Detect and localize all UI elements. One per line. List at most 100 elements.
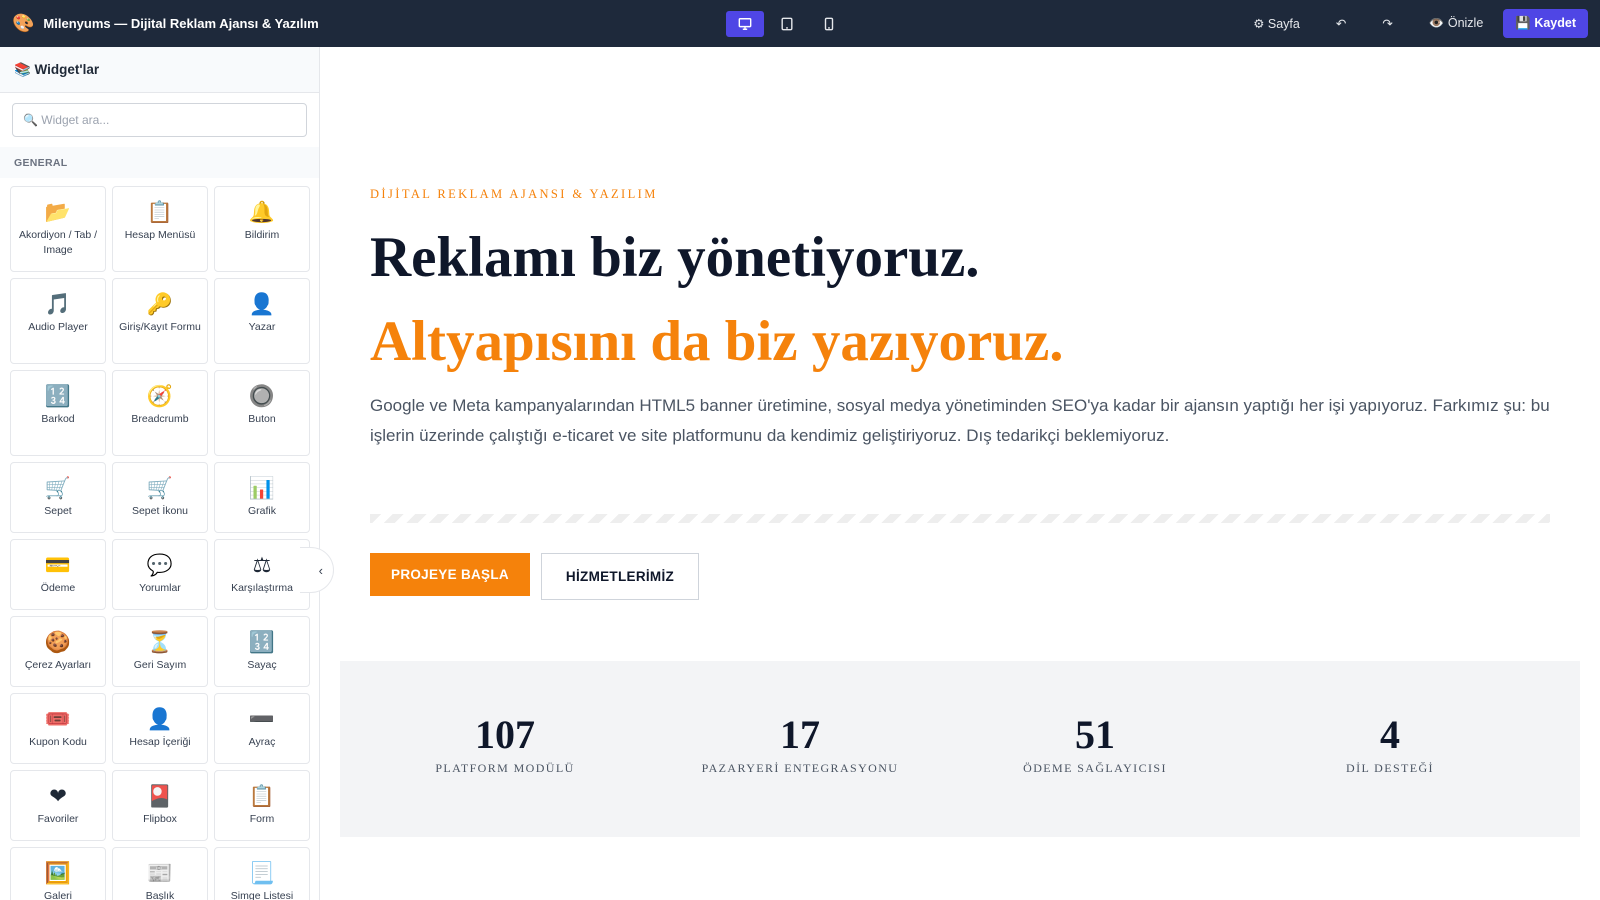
stat-value: 107	[475, 712, 535, 757]
widget-tile[interactable]: 📊 Grafik	[214, 462, 310, 533]
widget-icon: 📋	[248, 785, 276, 808]
widget-label: Sepet	[44, 505, 72, 517]
widget-label: Başlık	[145, 890, 175, 900]
stat-label: PLATFORM MODÜLÜ	[435, 761, 575, 775]
preview-button[interactable]: 👁️ Önizle	[1429, 16, 1483, 31]
widget-tile[interactable]: 🔔 Bildirim	[214, 186, 310, 272]
widget-tile[interactable]: 📰 Başlık	[112, 847, 208, 900]
widget-tile[interactable]: ❤ Favoriler	[10, 770, 106, 841]
widget-label: Giriş/Kayıt Formu	[119, 321, 201, 333]
widget-icon: 💬	[146, 554, 174, 577]
widget-tile[interactable]: ➖ Ayraç	[214, 693, 310, 764]
stat-label: PAZARYERİ ENTEGRASYONU	[701, 761, 899, 775]
widget-icon: 🔘	[248, 385, 276, 408]
widget-icon: ⏳	[146, 631, 174, 654]
hero-title[interactable]: Reklamı biz yönetiyoruz.	[370, 225, 980, 290]
widget-label: Form	[249, 813, 275, 825]
widget-tile[interactable]: 💳 Ödeme	[10, 539, 106, 610]
widget-tile[interactable]: 🍪 Çerez Ayarları	[10, 616, 106, 687]
editor-topbar: 🎨 Milenyums — Dijital Reklam Ajansı & Ya…	[0, 0, 1600, 47]
save-button[interactable]: 💾 Kaydet	[1503, 9, 1588, 38]
widget-label: Ödeme	[40, 582, 76, 594]
page-canvas: DİJİTAL REKLAM AJANSI & YAZILIM Reklamı …	[320, 47, 1600, 900]
widget-icon: ❤	[49, 785, 67, 808]
widget-icon: 🔢	[248, 631, 276, 654]
widget-label: Yazar	[248, 321, 276, 333]
widget-tile[interactable]: 📂 Akordiyon / Tab / Image	[10, 186, 106, 272]
topbar-actions: ⚙ Sayfa ↶ ↷ 👁️ Önizle 💾 Kaydet	[1253, 0, 1588, 47]
stat-platform-modules: 107 PLATFORM MODÜLÜ	[355, 661, 655, 776]
undo-button[interactable]: ↶	[1336, 16, 1346, 31]
widget-label: Sayaç	[247, 659, 277, 671]
widget-tile[interactable]: 📋 Form	[214, 770, 310, 841]
widget-tile[interactable]: 📋 Hesap Menüsü	[112, 186, 208, 272]
stat-language-support: 4 DİL DESTEĞİ	[1240, 661, 1540, 776]
widget-sidebar: 📚 Widget'lar GENERAL 📂 Akordiyon / Tab / …	[0, 47, 320, 900]
widget-icon: 👤	[248, 293, 276, 316]
widget-label: Grafik	[247, 505, 276, 517]
widget-tile[interactable]: 🛒 Sepet İkonu	[112, 462, 208, 533]
chevron-left-icon: ‹	[318, 562, 323, 578]
widget-label: Audio Player	[28, 321, 88, 333]
widget-label: Karşılaştırma	[231, 582, 293, 594]
widget-tile[interactable]: 🖼️ Galeri	[10, 847, 106, 900]
widget-icon: 💳	[44, 554, 72, 577]
widget-icon: 🎴	[146, 785, 174, 808]
palette-icon: 🎨	[12, 13, 35, 33]
widget-tile[interactable]: 🔢 Sayaç	[214, 616, 310, 687]
widget-tile[interactable]: 🔘 Buton	[214, 370, 310, 456]
stat-value: 17	[780, 712, 820, 757]
redo-button[interactable]: ↷	[1382, 16, 1392, 31]
page-settings-button[interactable]: ⚙ Sayfa	[1253, 16, 1300, 31]
widget-tile[interactable]: ⚖ Karşılaştırma	[214, 539, 310, 610]
widget-tile[interactable]: 🛒 Sepet	[10, 462, 106, 533]
widget-tile[interactable]: 🔑 Giriş/Kayıt Formu	[112, 278, 208, 364]
widget-icon: 🔔	[248, 201, 276, 224]
start-project-button[interactable]: PROJEYE BAŞLA	[370, 553, 530, 596]
widget-icon: 📰	[146, 862, 174, 885]
widget-tile[interactable]: 🎟️ Kupon Kodu	[10, 693, 106, 764]
widget-grid: 📂 Akordiyon / Tab / Image 📋 Hesap Menüsü 🔔 Bi…	[0, 178, 319, 900]
hero-eyebrow[interactable]: DİJİTAL REKLAM AJANSI & YAZILIM	[370, 187, 658, 202]
widget-icon: 🍪	[44, 631, 72, 654]
stat-value: 51	[1075, 712, 1115, 757]
widget-label: Kupon Kodu	[29, 736, 87, 748]
widget-icon: 👤	[146, 708, 174, 731]
widget-label: Hesap İçeriği	[129, 736, 191, 748]
device-switcher	[726, 11, 848, 37]
device-tablet-button[interactable]	[768, 11, 806, 37]
widget-label: Yorumlar	[139, 582, 181, 594]
services-button[interactable]: HİZMETLERİMİZ	[541, 553, 699, 600]
stats-section[interactable]: 107 PLATFORM MODÜLÜ 17 PAZARYERİ ENTEGRA…	[340, 661, 1580, 837]
widget-tile[interactable]: ⏳ Geri Sayım	[112, 616, 208, 687]
device-desktop-button[interactable]	[726, 11, 764, 37]
hero-title-accent[interactable]: Altyapısını da biz yazıyoruz.	[370, 309, 1064, 374]
widget-icon: ➖	[248, 708, 276, 731]
widget-tile[interactable]: 🎴 Flipbox	[112, 770, 208, 841]
brand: 🎨 Milenyums — Dijital Reklam Ajansı & Ya…	[12, 0, 319, 47]
widget-search-input[interactable]	[12, 103, 307, 137]
widget-label: Ayraç	[248, 736, 276, 748]
hero-description[interactable]: Google ve Meta kampanyalarından HTML5 ba…	[370, 391, 1560, 451]
widget-tile[interactable]: 🎵 Audio Player	[10, 278, 106, 364]
tablet-icon	[781, 17, 793, 31]
widget-tile[interactable]: 🧭 Breadcrumb	[112, 370, 208, 456]
desktop-icon	[738, 18, 752, 30]
widget-tile[interactable]: 📃 Simge Listesi	[214, 847, 310, 900]
widget-label: Buton	[248, 413, 276, 425]
widget-tile[interactable]: 👤 Yazar	[214, 278, 310, 364]
widget-icon: 🔑	[146, 293, 174, 316]
widget-icon: 📋	[146, 201, 174, 224]
widget-tile[interactable]: 👤 Hesap İçeriği	[112, 693, 208, 764]
stripe-divider	[370, 514, 1550, 523]
widget-label: Sepet İkonu	[131, 505, 189, 517]
widget-icon: ⚖	[252, 554, 272, 577]
widget-tile[interactable]: 💬 Yorumlar	[112, 539, 208, 610]
widget-label: Flipbox	[143, 813, 177, 825]
widget-icon: 🎟️	[44, 708, 72, 731]
device-mobile-button[interactable]	[810, 11, 848, 37]
stat-value: 4	[1380, 712, 1400, 757]
stat-label: DİL DESTEĞİ	[1346, 761, 1434, 775]
category-heading-general: GENERAL	[0, 147, 319, 178]
widget-tile[interactable]: 🔢 Barkod	[10, 370, 106, 456]
